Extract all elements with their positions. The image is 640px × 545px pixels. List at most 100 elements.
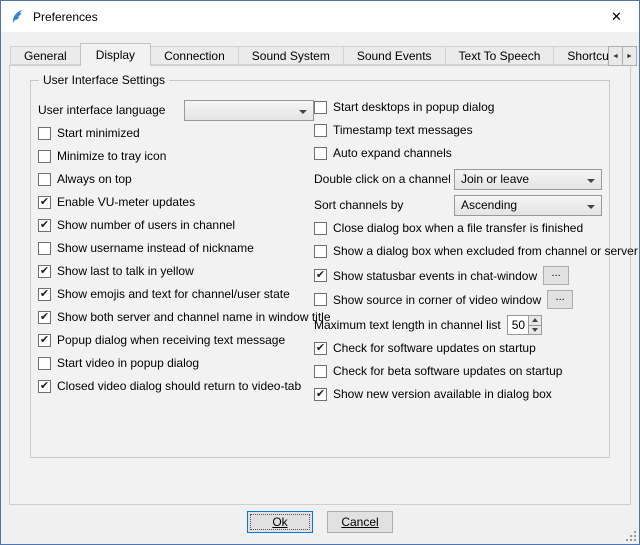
group-title: User Interface Settings	[39, 73, 169, 87]
checkbox-always-on-top[interactable]	[38, 173, 51, 186]
right-arrow-icon: ►	[626, 53, 633, 60]
more-button-statusbar-events-chat-window[interactable]: ...	[543, 266, 569, 285]
checkbox-label: Show username instead of nickname	[57, 241, 254, 255]
check-row-minimize-to-tray[interactable]: Minimize to tray icon	[38, 148, 314, 164]
ok-button[interactable]: Ok	[247, 511, 313, 533]
check-row-check-software-updates[interactable]: ✔ Check for software updates on startup	[314, 340, 602, 356]
check-row-show-user-count[interactable]: ✔Show number of users in channel	[38, 217, 314, 233]
checkbox-desktops-popup-dialog[interactable]	[314, 101, 327, 114]
titlebar: Preferences ✕	[1, 1, 639, 32]
checkbox-label: Check for software updates on startup	[333, 341, 536, 355]
checkbox-check-software-updates[interactable]: ✔	[314, 342, 327, 355]
tab-general[interactable]: General	[10, 46, 81, 65]
checkbox-video-popup-dialog[interactable]	[38, 357, 51, 370]
cancel-label: Cancel	[341, 515, 378, 529]
right-column: Start desktops in popup dialog Timestamp …	[314, 99, 602, 451]
checkbox-label: Check for beta software updates on start…	[333, 364, 562, 378]
cancel-button[interactable]: Cancel	[327, 511, 393, 533]
tab-text-to-speech[interactable]: Text To Speech	[445, 46, 555, 65]
checkbox-statusbar-events-chat-window[interactable]: ✔	[314, 269, 327, 282]
spin-up-button[interactable]	[529, 316, 541, 325]
check-row-vu-meter-updates[interactable]: ✔ Enable VU-meter updates	[38, 194, 314, 210]
tab-scroll-right-button[interactable]: ►	[622, 46, 637, 66]
ok-label: Ok	[272, 515, 287, 529]
check-row-server-channel-in-title[interactable]: ✔Show both server and channel name in wi…	[38, 309, 314, 325]
checkbox-dialog-when-excluded[interactable]	[314, 245, 327, 258]
tab-scroll-left-button[interactable]: ◄	[608, 46, 623, 66]
check-row-check-beta-updates[interactable]: Check for beta software updates on start…	[314, 363, 602, 379]
checkbox-source-corner-video-window[interactable]	[314, 293, 327, 306]
checkbox-label: Start minimized	[57, 126, 140, 140]
spin-value: 50	[508, 316, 528, 334]
checkbox-label: Enable VU-meter updates	[57, 195, 195, 209]
check-row-emojis-and-text-state[interactable]: ✔Show emojis and text for channel/user s…	[38, 286, 314, 302]
tab-display[interactable]: Display	[80, 43, 151, 66]
checkbox-timestamp-text-messages[interactable]	[314, 124, 327, 137]
check-row-dialog-when-excluded[interactable]: Show a dialog box when excluded from cha…	[314, 243, 602, 259]
checkbox-close-on-file-transfer-finished[interactable]	[314, 222, 327, 235]
preferences-window: Preferences ✕ GeneralDisplayConnectionSo…	[0, 0, 640, 545]
checkbox-label: Start desktops in popup dialog	[333, 100, 494, 114]
checkbox-label: Show both server and channel name in win…	[57, 310, 331, 324]
check-row-closed-video-return-tab[interactable]: ✔ Closed video dialog should return to vi…	[38, 378, 314, 394]
checkbox-show-user-count[interactable]: ✔	[38, 219, 51, 232]
checkbox-label: Show a dialog box when excluded from cha…	[333, 244, 638, 258]
combo-label: Sort channels by	[314, 198, 403, 212]
combo-sort-channels-by[interactable]: Ascending	[454, 195, 602, 216]
checkbox-auto-expand-channels[interactable]	[314, 147, 327, 160]
checkbox-username-instead-nickname[interactable]	[38, 242, 51, 255]
combo-row-sort-channels-by: Sort channels by Ascending	[314, 194, 602, 216]
check-row-close-on-file-transfer-finished[interactable]: Close dialog box when a file transfer is…	[314, 220, 602, 236]
tab-sound-events[interactable]: Sound Events	[343, 46, 446, 65]
check-row-last-to-talk-yellow[interactable]: ✔ Show last to talk in yellow	[38, 263, 314, 279]
tab-page-display: User Interface Settings User interface l…	[9, 65, 631, 505]
tab-sound-system[interactable]: Sound System	[238, 46, 344, 65]
checkbox-label: Show last to talk in yellow	[57, 264, 194, 278]
combo-label: User interface language	[38, 103, 165, 117]
checkbox-label: Start video in popup dialog	[57, 356, 199, 370]
checkbox-new-version-dialog-box[interactable]: ✔	[314, 388, 327, 401]
combo-label: Double click on a channel	[314, 172, 451, 186]
checkbox-popup-on-text-message[interactable]: ✔	[38, 334, 51, 347]
check-row-desktops-popup-dialog[interactable]: Start desktops in popup dialog	[314, 99, 602, 115]
check-row-always-on-top[interactable]: Always on top	[38, 171, 314, 187]
dialog-buttons: Ok Cancel	[1, 511, 639, 533]
spin-down-button[interactable]	[529, 325, 541, 335]
check-row-video-popup-dialog[interactable]: Start video in popup dialog	[38, 355, 314, 371]
checkbox-label: Auto expand channels	[333, 146, 452, 160]
check-row-username-instead-nickname[interactable]: Show username instead of nickname	[38, 240, 314, 256]
combo-ui-language[interactable]	[184, 100, 314, 121]
left-column: User interface language Start minimized Mi…	[38, 99, 314, 451]
spin-arrows	[528, 316, 541, 334]
resize-grip[interactable]	[624, 529, 637, 542]
checkbox-label: Timestamp text messages	[333, 123, 473, 137]
checkbox-check-beta-updates[interactable]	[314, 365, 327, 378]
checkbox-last-to-talk-yellow[interactable]: ✔	[38, 265, 51, 278]
checkbox-label: Popup dialog when receiving text message	[57, 333, 285, 347]
combo-double-click-channel[interactable]: Join or leave	[454, 169, 602, 190]
check-row-auto-expand-channels[interactable]: Auto expand channels	[314, 145, 602, 161]
check-row-source-corner-video-window[interactable]: Show source in corner of video window...	[314, 290, 602, 309]
tab-connection[interactable]: Connection	[150, 46, 239, 65]
window-title: Preferences	[33, 10, 98, 24]
left-arrow-icon: ◄	[612, 53, 619, 60]
close-button[interactable]: ✕	[594, 1, 639, 32]
chevron-down-icon	[587, 179, 595, 183]
checkbox-vu-meter-updates[interactable]: ✔	[38, 196, 51, 209]
checkbox-closed-video-return-tab[interactable]: ✔	[38, 380, 51, 393]
checkbox-emojis-and-text-state[interactable]: ✔	[38, 288, 51, 301]
checkbox-label: Show statusbar events in chat-window	[333, 269, 537, 283]
checkbox-server-channel-in-title[interactable]: ✔	[38, 311, 51, 324]
check-row-start-minimized[interactable]: Start minimized	[38, 125, 314, 141]
check-row-timestamp-text-messages[interactable]: Timestamp text messages	[314, 122, 602, 138]
checkbox-label: Closed video dialog should return to vid…	[57, 379, 301, 393]
checkbox-minimize-to-tray[interactable]	[38, 150, 51, 163]
checkbox-start-minimized[interactable]	[38, 127, 51, 140]
check-row-new-version-dialog-box[interactable]: ✔Show new version available in dialog bo…	[314, 386, 602, 402]
more-button-source-corner-video-window[interactable]: ...	[547, 290, 573, 309]
combo-value: Ascending	[461, 198, 517, 212]
spinbox-max-text-length-channel-list[interactable]: 50	[507, 315, 542, 335]
check-row-popup-on-text-message[interactable]: ✔ Popup dialog when receiving text messag…	[38, 332, 314, 348]
settings-columns: User interface language Start minimized Mi…	[38, 99, 602, 451]
check-row-statusbar-events-chat-window[interactable]: ✔ Show statusbar events in chat-window...	[314, 266, 602, 285]
